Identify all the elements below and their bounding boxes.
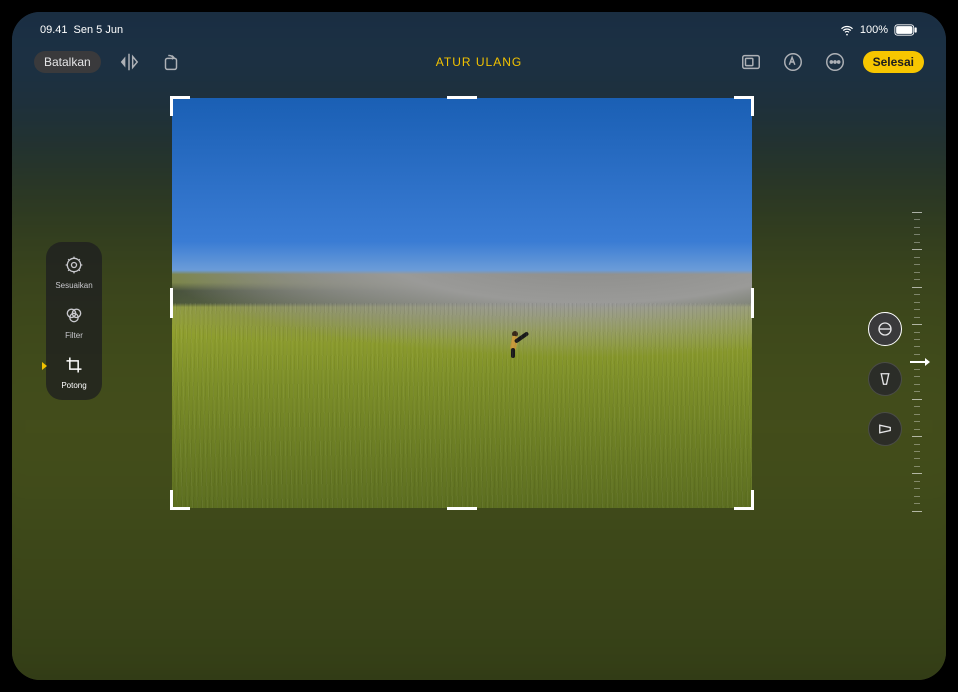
ruler-tick	[912, 399, 922, 400]
ruler-tick	[914, 354, 920, 355]
status-right: 100%	[840, 23, 918, 37]
ruler-tick	[914, 481, 920, 482]
crop-handle-top-right[interactable]	[734, 96, 754, 116]
ruler-tick	[914, 346, 920, 347]
ruler-tick	[914, 488, 920, 489]
crop-handle-top-left[interactable]	[170, 96, 190, 116]
done-button[interactable]: Selesai	[863, 51, 924, 73]
vertical-perspective-button[interactable]	[868, 362, 902, 396]
status-date: Sen 5 Jun	[74, 24, 124, 36]
ruler-tick	[914, 458, 920, 459]
crop-handle-bottom[interactable]	[447, 507, 477, 510]
ruler-tick	[914, 369, 920, 370]
crop-tool-controls	[868, 312, 902, 446]
ruler-tick	[914, 466, 920, 467]
crop-icon	[61, 352, 87, 378]
ruler-tick	[914, 391, 920, 392]
horizontal-perspective-button[interactable]	[868, 412, 902, 446]
ruler-tick	[914, 317, 920, 318]
ruler-tick	[914, 219, 920, 220]
crop-handle-bottom-left[interactable]	[170, 490, 190, 510]
ruler-tick	[912, 324, 922, 325]
rail-item-adjust[interactable]: Sesuaikan	[50, 252, 98, 290]
ruler-tick	[914, 309, 920, 310]
ruler-tick	[912, 473, 922, 474]
adjust-icon	[61, 252, 87, 278]
aspect-ratio-button[interactable]	[737, 48, 765, 76]
ruler-tick	[914, 429, 920, 430]
ruler-tick	[914, 272, 920, 273]
ruler-tick	[914, 496, 920, 497]
ruler-tick	[914, 257, 920, 258]
status-bar: 09.41 Sen 5 Jun 100%	[12, 20, 946, 40]
battery-icon	[894, 24, 918, 36]
ruler-tick	[912, 511, 922, 512]
filter-icon	[61, 302, 87, 328]
ruler-tick	[914, 279, 920, 280]
crop-handle-right[interactable]	[751, 288, 754, 318]
ruler-tick	[912, 436, 922, 437]
ruler-tick	[914, 332, 920, 333]
ruler-tick	[914, 302, 920, 303]
ruler-tick	[914, 421, 920, 422]
ruler-tick	[914, 242, 920, 243]
photo-preview	[172, 98, 752, 508]
ruler-tick	[914, 376, 920, 377]
ruler-tick	[914, 444, 920, 445]
ruler-tick	[914, 384, 920, 385]
more-button[interactable]	[821, 48, 849, 76]
photo-subject-person	[503, 328, 529, 358]
rotate-button[interactable]	[157, 48, 185, 76]
ruler-tick	[912, 212, 922, 213]
wifi-icon	[840, 23, 854, 37]
rail-item-label: Potong	[61, 381, 86, 390]
ipad-frame: 09.41 Sen 5 Jun 100% Batalkan ATUR ULANG	[0, 0, 958, 692]
status-time: 09.41	[40, 24, 68, 36]
crop-handle-top[interactable]	[447, 96, 477, 99]
ruler-tick	[914, 451, 920, 452]
status-battery-pct: 100%	[860, 24, 888, 36]
crop-handle-left[interactable]	[170, 288, 173, 318]
editor-top-bar: Batalkan ATUR ULANG Selesai	[12, 44, 946, 80]
flip-horizontal-button[interactable]	[115, 48, 143, 76]
rail-item-crop[interactable]: Potong	[50, 352, 98, 390]
slider-pointer-icon	[910, 361, 926, 363]
cancel-button[interactable]: Batalkan	[34, 51, 101, 73]
ruler-tick	[914, 414, 920, 415]
ruler-tick	[912, 249, 922, 250]
ruler-tick	[914, 406, 920, 407]
rail-item-filter[interactable]: Filter	[50, 302, 98, 340]
rail-item-label: Filter	[65, 331, 83, 340]
ruler-tick	[914, 294, 920, 295]
crop-frame[interactable]	[172, 98, 752, 508]
edit-mode-rail: Sesuaikan Filter Potong	[46, 242, 102, 400]
top-bar-left: Batalkan	[34, 48, 185, 76]
ruler-tick	[914, 234, 920, 235]
rail-item-label: Sesuaikan	[55, 281, 92, 290]
straighten-slider[interactable]	[910, 212, 924, 512]
straighten-button[interactable]	[868, 312, 902, 346]
status-left: 09.41 Sen 5 Jun	[40, 24, 123, 36]
ruler-tick	[912, 287, 922, 288]
ruler-tick	[914, 264, 920, 265]
reset-button[interactable]: ATUR ULANG	[436, 55, 522, 69]
ruler-tick	[914, 339, 920, 340]
crop-handle-bottom-right[interactable]	[734, 490, 754, 510]
ruler-tick	[914, 503, 920, 504]
markup-button[interactable]	[779, 48, 807, 76]
top-bar-right: Selesai	[737, 48, 924, 76]
ruler-tick	[914, 227, 920, 228]
